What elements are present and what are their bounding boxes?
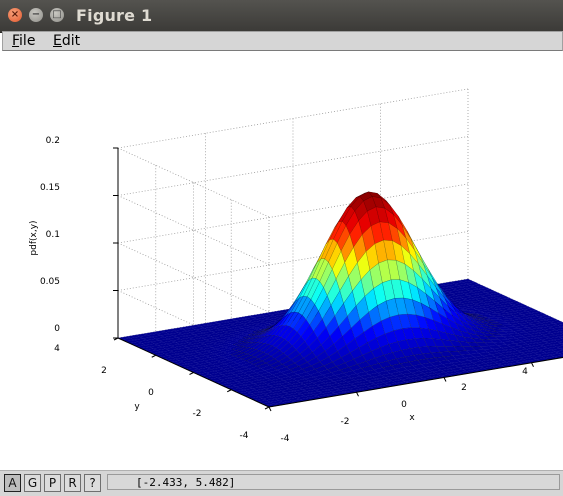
menu-file-mnemonic: F [12, 33, 19, 49]
menu-edit-label: dit [62, 33, 80, 49]
x-tick-label: 2 [461, 383, 467, 393]
x-axis-label: x [409, 413, 415, 423]
y-tick-mark [190, 373, 194, 375]
grid-line [118, 196, 269, 265]
minimize-window-icon[interactable]: − [29, 8, 43, 22]
grid-toggle-button[interactable]: G [24, 474, 41, 492]
menu-edit-mnemonic: E [53, 33, 62, 49]
x-tick-mark [357, 392, 359, 396]
y-tick-mark [265, 407, 269, 409]
grid-line [118, 184, 468, 243]
y-axis-label: y [134, 402, 140, 412]
window-titlebar: × − □ Figure 1 [0, 0, 563, 33]
plot-area[interactable]: 0.2 0.15 0.1 0.05 0 4 2 0 -2 -4 -4 -2 0 … [0, 50, 563, 468]
y-tick-label: 2 [101, 366, 107, 376]
x-tick-label: -2 [341, 417, 350, 427]
previous-zoom-button[interactable]: P [44, 474, 61, 492]
z-axis-label: pdf(x,y) [29, 220, 39, 255]
z-tick-label: 0.05 [40, 277, 60, 287]
surface-plot[interactable]: 0.2 0.15 0.1 0.05 0 4 2 0 -2 -4 -4 -2 0 … [0, 50, 563, 468]
autoscale-button[interactable]: A [4, 474, 21, 492]
menu-file[interactable]: File [12, 32, 35, 50]
y-tick-mark [227, 390, 231, 392]
y-tick-label: 4 [54, 344, 60, 354]
menu-bar: File Edit [2, 31, 563, 51]
grid-line [118, 243, 269, 312]
z-tick-label: 0.15 [40, 183, 60, 193]
y-tick-mark [152, 355, 156, 357]
rotate-button[interactable]: R [64, 474, 81, 492]
grid-line [118, 137, 468, 196]
y-tick-label: 0 [148, 388, 154, 398]
window-title: Figure 1 [76, 6, 152, 25]
x-tick-label: -4 [281, 434, 290, 444]
menu-file-label: ile [19, 33, 35, 49]
z-tick-label: 0 [54, 324, 60, 334]
x-tick-mark [532, 363, 534, 367]
z-tick-label: 0.1 [46, 230, 60, 240]
x-tick-mark [444, 378, 446, 382]
coordinates-readout: [-2.433, 5.482] [107, 474, 560, 490]
help-button[interactable]: ? [84, 474, 101, 492]
menu-edit[interactable]: Edit [53, 32, 80, 50]
x-tick-label: 0 [401, 400, 407, 410]
close-window-icon[interactable]: × [8, 8, 22, 22]
z-tick-label: 0.2 [46, 136, 60, 146]
status-bar: A G P R ? [-2.433, 5.482] [0, 470, 563, 496]
x-tick-label: 4 [522, 367, 528, 377]
z-tick-labels: 0.2 0.15 0.1 0.05 0 [40, 136, 60, 334]
x-tick-mark [269, 407, 271, 411]
y-tick-label: -4 [240, 431, 249, 441]
y-tick-label: -2 [193, 409, 202, 419]
maximize-window-icon[interactable]: □ [50, 8, 64, 22]
surface-mesh [118, 192, 563, 407]
